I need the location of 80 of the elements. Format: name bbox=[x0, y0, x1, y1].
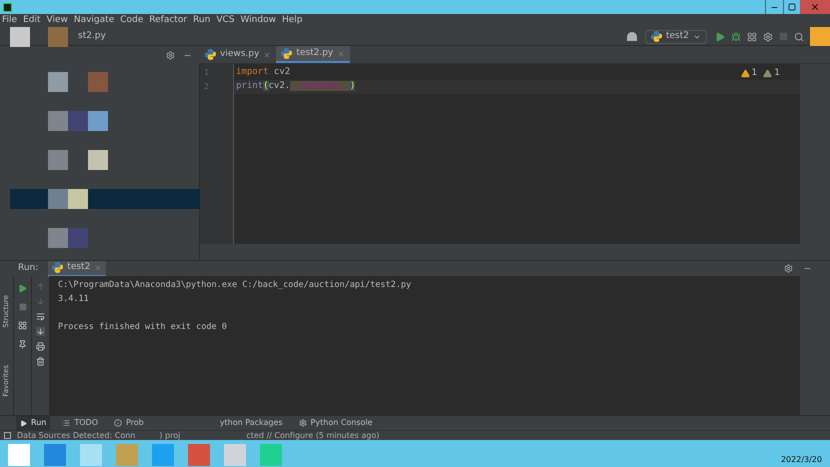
pixelated-block bbox=[48, 228, 68, 248]
console-tab[interactable]: test2 bbox=[48, 260, 106, 276]
profile-icon[interactable] bbox=[763, 32, 773, 42]
status-message: ) proj bbox=[159, 430, 180, 442]
settings-icon[interactable] bbox=[784, 264, 793, 273]
warning-icon bbox=[763, 69, 772, 78]
warning-count[interactable]: 1 bbox=[763, 67, 780, 80]
menu-item[interactable]: Run bbox=[193, 14, 210, 28]
python-icon bbox=[205, 49, 216, 60]
pixelated-block bbox=[88, 111, 108, 131]
up-arrow-icon[interactable] bbox=[36, 282, 45, 291]
menu-item[interactable]: Edit bbox=[23, 14, 40, 28]
close-icon[interactable] bbox=[263, 50, 272, 58]
close-icon bbox=[810, 2, 820, 12]
warning-count[interactable]: 1 bbox=[740, 67, 758, 80]
rerun-icon[interactable] bbox=[18, 284, 27, 293]
coverage-icon[interactable] bbox=[747, 32, 757, 42]
status-message: Data Sources Detected: Conn bbox=[17, 430, 136, 442]
warning-icon bbox=[740, 69, 750, 78]
pixelated-block bbox=[48, 189, 68, 209]
restore-icon bbox=[788, 3, 796, 11]
trash-icon[interactable] bbox=[36, 357, 45, 366]
menu-item[interactable]: Navigate bbox=[74, 14, 114, 28]
console-line: C:\ProgramData\Anaconda3\python.exe C:/back_code/auction/api/test2.py bbox=[58, 278, 412, 292]
pin-icon[interactable] bbox=[18, 340, 27, 349]
play-icon bbox=[20, 420, 27, 426]
close-icon[interactable] bbox=[94, 264, 102, 272]
taskbar-date: 2022/3/20 bbox=[780, 454, 822, 466]
menu-item[interactable]: Code bbox=[120, 14, 144, 28]
pixelated-block bbox=[48, 150, 68, 170]
print-icon[interactable] bbox=[36, 342, 45, 351]
status-icon bbox=[4, 432, 11, 439]
menu-item[interactable]: Help bbox=[282, 14, 302, 28]
layout-icon[interactable] bbox=[18, 321, 27, 330]
pixelated-block bbox=[10, 26, 30, 46]
settings-icon[interactable] bbox=[166, 50, 175, 60]
tool-tab[interactable]: TODO bbox=[58, 416, 102, 430]
pixelated-block bbox=[48, 111, 68, 131]
pixelated-block bbox=[810, 26, 830, 46]
soft-wrap-icon[interactable] bbox=[36, 312, 45, 321]
debug-icon[interactable] bbox=[731, 32, 741, 42]
pixelated-block bbox=[88, 72, 108, 92]
menu-item[interactable]: Refactor bbox=[149, 14, 188, 28]
scroll-to-end-icon[interactable] bbox=[36, 327, 45, 336]
tool-tab[interactable]: ython Packages bbox=[216, 416, 287, 430]
pixelated-block bbox=[48, 26, 68, 46]
tool-tab[interactable]: Prob bbox=[110, 416, 148, 430]
breadcrumb[interactable]: st2.py bbox=[78, 30, 106, 44]
search-icon[interactable] bbox=[794, 32, 804, 42]
status-message: cted // Configure (5 minutes ago) bbox=[246, 430, 380, 442]
code-line: print(cv2.__version__) bbox=[236, 80, 356, 94]
menu-item[interactable]: File bbox=[2, 14, 18, 28]
menu-item[interactable]: Window bbox=[240, 14, 276, 28]
close-button[interactable] bbox=[800, 0, 830, 14]
python-icon bbox=[281, 48, 292, 59]
code-line: import cv2 bbox=[236, 66, 290, 80]
run-label: Run: bbox=[18, 262, 38, 275]
menu-item[interactable]: View bbox=[46, 14, 68, 28]
pixelated-block bbox=[68, 111, 88, 131]
pixelated-block bbox=[68, 228, 88, 248]
python-icon bbox=[650, 31, 662, 42]
pixelated-block bbox=[48, 72, 68, 92]
menu-item[interactable]: VCS bbox=[216, 14, 234, 28]
gear-icon bbox=[298, 419, 307, 427]
down-arrow-icon[interactable] bbox=[36, 297, 45, 306]
python-icon bbox=[52, 262, 64, 273]
run-config-dropdown[interactable]: test2 bbox=[644, 30, 707, 44]
info-icon bbox=[114, 419, 122, 427]
list-icon bbox=[62, 419, 70, 427]
tool-tab[interactable]: Python Console bbox=[294, 416, 377, 430]
run-icon[interactable] bbox=[715, 32, 725, 42]
tool-tab[interactable]: Run bbox=[16, 416, 50, 430]
console-line: 3.4.11 bbox=[58, 292, 89, 306]
stop-icon[interactable] bbox=[18, 303, 26, 311]
pixelated-block bbox=[68, 189, 88, 209]
exit-message: Process finished with exit code 0 bbox=[58, 320, 227, 334]
pixelated-block bbox=[88, 150, 108, 170]
app-icon bbox=[3, 3, 12, 12]
close-icon[interactable] bbox=[337, 50, 346, 58]
editor-tab[interactable]: test2.py bbox=[276, 46, 350, 63]
